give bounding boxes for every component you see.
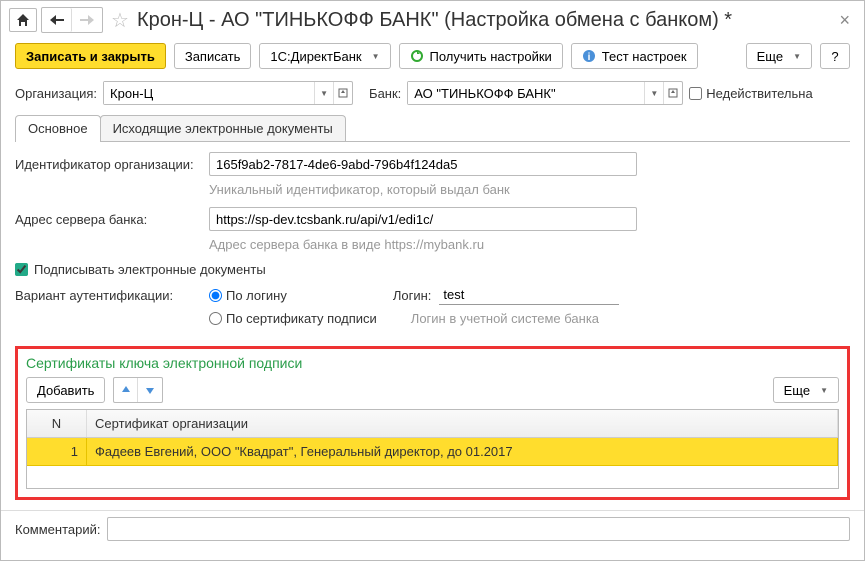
nav-group [41, 7, 103, 33]
save-button[interactable]: Записать [174, 43, 252, 69]
inactive-checkbox[interactable]: Недействительна [689, 86, 812, 101]
comment-input[interactable] [107, 517, 851, 541]
col-cert[interactable]: Сертификат организации [87, 410, 838, 437]
sign-label: Подписывать электронные документы [34, 262, 266, 277]
empty-row [27, 466, 838, 488]
org-combo[interactable]: ▼ [103, 81, 353, 105]
sign-checkbox[interactable] [15, 263, 28, 276]
auth-login-label: По логину [226, 288, 287, 303]
login-input[interactable] [439, 285, 619, 305]
cert-more-button[interactable]: Еще [773, 377, 839, 403]
server-input[interactable] [209, 207, 637, 231]
col-n[interactable]: N [27, 410, 87, 437]
move-down-button[interactable] [138, 378, 162, 402]
org-open-icon[interactable] [334, 82, 352, 104]
org-id-input[interactable] [209, 152, 637, 176]
org-label: Организация: [15, 86, 97, 101]
auth-cert-label: По сертификату подписи [226, 311, 377, 326]
svg-text:i: i [587, 52, 590, 63]
inactive-label: Недействительна [706, 86, 812, 101]
close-icon[interactable]: × [833, 10, 856, 31]
cell-cert: Фадеев Евгений, ООО "Квадрат", Генеральн… [87, 438, 838, 465]
help-button[interactable]: ? [820, 43, 850, 69]
directbank-button[interactable]: 1С:ДиректБанк [259, 43, 390, 69]
inactive-checkbox-input[interactable] [689, 87, 702, 100]
cell-n: 1 [27, 438, 87, 465]
certificates-section: Сертификаты ключа электронной подписи До… [15, 346, 850, 500]
test-settings-label: Тест настроек [602, 49, 687, 64]
move-up-button[interactable] [114, 378, 138, 402]
refresh-icon [410, 49, 424, 63]
info-icon: i [582, 49, 596, 63]
org-id-hint: Уникальный идентификатор, который выдал … [209, 182, 850, 197]
login-hint: Логин в учетной системе банка [411, 311, 599, 326]
move-buttons [113, 377, 163, 403]
tab-main[interactable]: Основное [15, 115, 101, 141]
org-dropdown-icon[interactable]: ▼ [315, 82, 333, 104]
back-button[interactable] [42, 8, 72, 32]
login-label: Логин: [393, 288, 432, 303]
auth-label: Вариант аутентификации: [15, 288, 201, 303]
bank-label: Банк: [369, 86, 401, 101]
bank-input[interactable] [408, 82, 644, 104]
server-hint: Адрес сервера банка в виде https://myban… [209, 237, 850, 252]
forward-button[interactable] [72, 8, 102, 32]
get-settings-button[interactable]: Получить настройки [399, 43, 563, 69]
server-label: Адрес сервера банка: [15, 212, 201, 227]
comment-label: Комментарий: [15, 522, 101, 537]
auth-login-radio[interactable]: По логину [209, 288, 287, 303]
page-title: Крон-Ц - АО "ТИНЬКОФФ БАНК" (Настройка о… [137, 9, 830, 32]
table-row[interactable]: 1 Фадеев Евгений, ООО "Квадрат", Генерал… [27, 438, 838, 466]
add-button[interactable]: Добавить [26, 377, 105, 403]
home-button[interactable] [9, 8, 37, 32]
save-close-button[interactable]: Записать и закрыть [15, 43, 166, 69]
bank-combo[interactable]: ▼ [407, 81, 683, 105]
test-settings-button[interactable]: i Тест настроек [571, 43, 698, 69]
bank-dropdown-icon[interactable]: ▼ [645, 82, 663, 104]
tab-outgoing[interactable]: Исходящие электронные документы [100, 115, 346, 141]
org-input[interactable] [104, 82, 314, 104]
get-settings-label: Получить настройки [430, 49, 552, 64]
auth-cert-radio[interactable]: По сертификату подписи [209, 311, 377, 326]
certificates-title: Сертификаты ключа электронной подписи [26, 355, 839, 371]
org-id-label: Идентификатор организации: [15, 157, 201, 172]
more-button[interactable]: Еще [746, 43, 812, 69]
bank-open-icon[interactable] [664, 82, 682, 104]
certificates-table: N Сертификат организации 1 Фадеев Евгени… [26, 409, 839, 489]
favorite-star-icon[interactable]: ☆ [111, 8, 129, 33]
